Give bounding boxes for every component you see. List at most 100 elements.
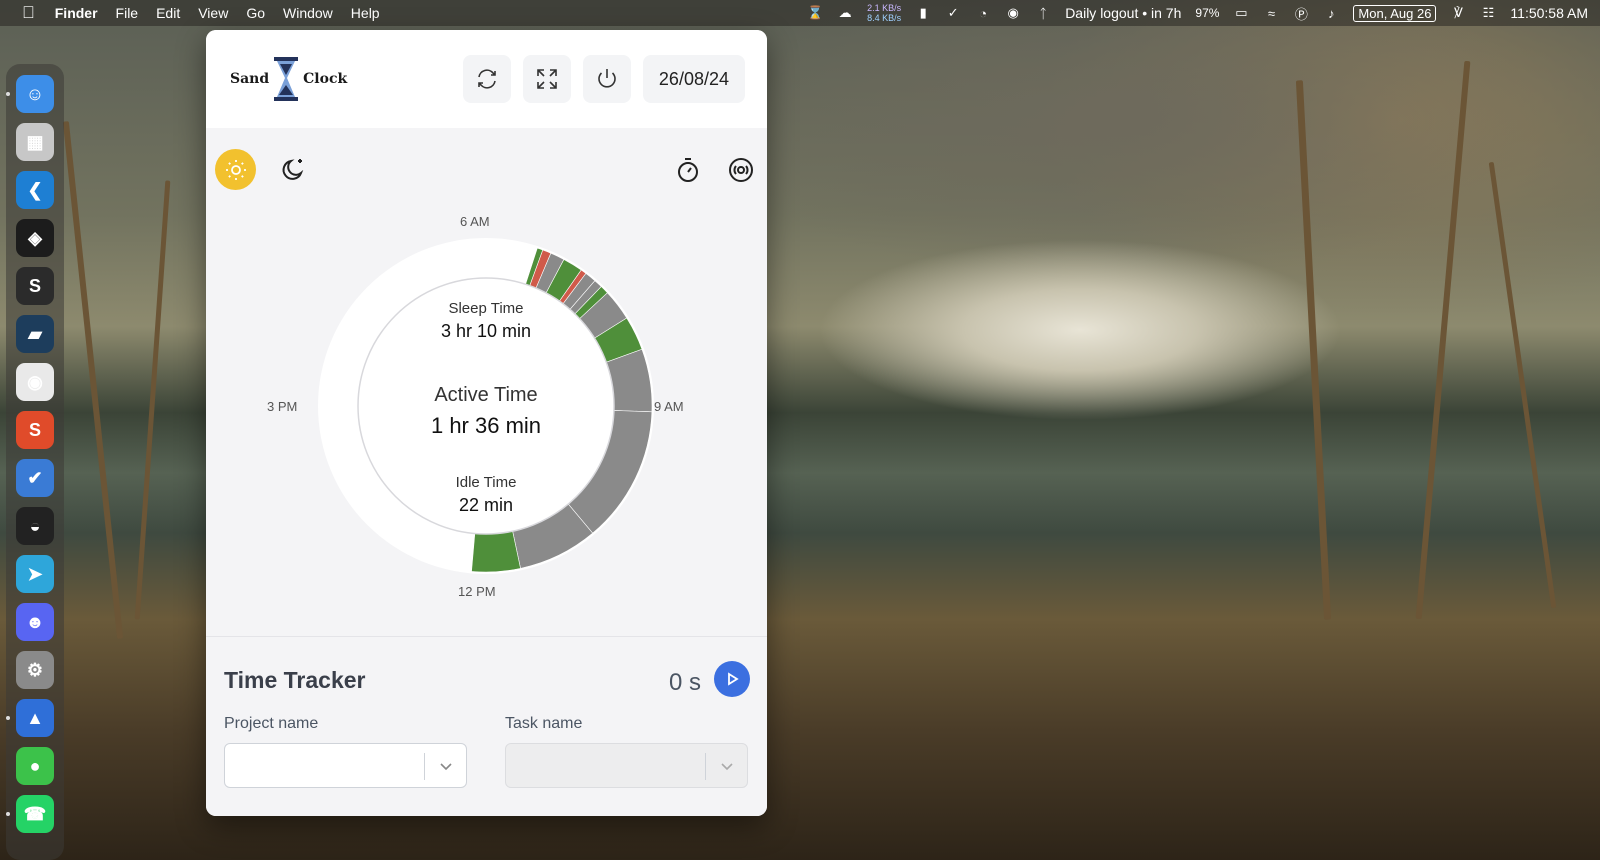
dock-app-finder[interactable]: ☺ — [6, 75, 54, 113]
whatsapp-icon: ☎ — [23, 803, 47, 824]
menubar-clock[interactable]: 11:50:58 AM — [1510, 5, 1588, 21]
task-select[interactable] — [505, 743, 748, 788]
gauge-icon[interactable]: ◔ — [975, 5, 991, 21]
sync-button[interactable] — [462, 55, 511, 103]
net-up-speed: 2.1 KB/s — [867, 3, 902, 13]
cloud-icon[interactable]: ☁ — [837, 5, 853, 21]
dock-app-settings[interactable]: ⚙ — [16, 651, 54, 689]
dock-app-tasks[interactable]: ✔ — [16, 459, 54, 497]
sleep-time-label: Sleep Time — [448, 300, 524, 317]
dock-app-cube-app[interactable]: ◈ — [16, 219, 54, 257]
skype-icon[interactable]: Ⓟ — [1293, 5, 1309, 22]
hour-label-12pm: 12 PM — [458, 584, 496, 599]
idle-time-stat: Idle Time 22 min — [366, 474, 606, 516]
tasks-icon: ✔ — [27, 467, 43, 488]
wallpaper-tree — [134, 180, 171, 620]
activity-segment[interactable] — [471, 530, 521, 573]
dock-app-discord[interactable]: ☻ — [16, 603, 54, 641]
battery-icon[interactable]: ▭ — [1233, 5, 1249, 21]
menu-app-name[interactable]: Finder — [55, 5, 98, 21]
dock-app-arrow-app[interactable]: ▲ — [6, 699, 54, 737]
dock-app-chrome[interactable]: ◉ — [16, 363, 54, 401]
finder-icon: ☺ — [25, 83, 45, 104]
hour-label-9am: 9 AM — [654, 399, 684, 414]
dock-app-linear[interactable]: ◒ — [16, 507, 54, 545]
menu-bar:  Finder File Edit View Go Window Help ⌛… — [0, 0, 1600, 26]
sandclock-logo: Sand Clock — [230, 55, 347, 103]
wifi-icon[interactable]: ≈ — [1263, 5, 1279, 21]
battery-percent: 97% — [1195, 6, 1220, 20]
dock-app-sublime[interactable]: S — [16, 267, 54, 305]
chrome-icon: ◉ — [27, 371, 43, 392]
s-app-icon: S — [28, 419, 41, 440]
hourglass-icon[interactable]: ⌛ — [807, 5, 823, 21]
sublime-icon: S — [28, 275, 41, 296]
linear-icon: ◒ — [29, 515, 41, 536]
idle-time-label: Idle Time — [455, 474, 517, 491]
cpu-meter-icon[interactable]: ▮ — [915, 5, 931, 21]
discord-icon: ☻ — [25, 611, 45, 632]
dock-app-telegram[interactable]: ➤ — [16, 555, 54, 593]
control-center-icon[interactable]: ☷ — [1480, 5, 1496, 21]
menu-go[interactable]: Go — [246, 5, 265, 21]
date-picker-button[interactable]: 26/08/24 — [642, 55, 745, 103]
menu-edit[interactable]: Edit — [156, 5, 180, 21]
sandclock-window: Sand Clock 26/08/24 6 AM 9 AM 12 PM 3 PM… — [206, 30, 767, 816]
dock-app-s-app[interactable]: S — [16, 411, 54, 449]
launchpad-icon: ▦ — [26, 131, 44, 152]
logo-text-right: Clock — [303, 71, 348, 87]
moon-icon[interactable] — [280, 156, 308, 184]
messages-icon: ● — [29, 755, 41, 776]
logout-status[interactable]: Daily logout • in 7h — [1065, 5, 1181, 21]
dock-app-window-app[interactable]: ▰ — [16, 315, 54, 353]
dock-app-messages[interactable]: ● — [16, 747, 54, 785]
sync-icon — [478, 69, 496, 89]
project-name-label: Project name — [224, 715, 319, 732]
bluetooth-icon[interactable]: ᛏ — [1035, 5, 1051, 21]
dock: ☺ ▦ ❮ ◈ S ▰ ◉ S ✔ ◒ ➤ ☻ ⚙ ▲ ● ☎ — [6, 64, 64, 860]
cookie-icon[interactable]: ◉ — [1005, 5, 1021, 21]
start-tracking-button[interactable] — [714, 661, 750, 697]
wallpaper-tree — [1415, 60, 1471, 620]
project-select[interactable] — [224, 743, 467, 788]
hour-label-3pm: 3 PM — [267, 399, 298, 414]
dock-app-vscode[interactable]: ❮ — [16, 171, 54, 209]
menu-file[interactable]: File — [116, 5, 139, 21]
day-view-button[interactable] — [215, 149, 256, 190]
logo-text-left: Sand — [230, 71, 270, 87]
volume-icon[interactable]: ♪ — [1323, 5, 1339, 21]
time-tracker-panel: Time Tracker 0 s Project name Task name — [206, 636, 767, 816]
hourglass-logo-icon — [274, 57, 299, 101]
power-icon — [598, 69, 616, 88]
expand-button[interactable] — [522, 55, 571, 103]
idle-time-value: 22 min — [458, 495, 514, 515]
apple-menu-icon[interactable]:  — [22, 3, 35, 23]
dock-app-launchpad[interactable]: ▦ — [16, 123, 54, 161]
chevron-down-icon[interactable] — [439, 759, 453, 773]
menu-view[interactable]: View — [198, 5, 228, 21]
select-separator — [424, 753, 425, 780]
menu-help[interactable]: Help — [351, 5, 380, 21]
hour-label-6am: 6 AM — [460, 214, 490, 229]
dock-app-whatsapp[interactable]: ☎ — [6, 795, 54, 833]
network-speed[interactable]: 2.1 KB/s 8.4 KB/s — [867, 3, 901, 23]
settings-icon: ⚙ — [26, 659, 44, 680]
wallpaper-tree — [1488, 161, 1557, 609]
chevron-down-icon[interactable] — [720, 759, 734, 773]
wallpaper-tree — [1295, 80, 1332, 620]
expand-icon — [537, 69, 557, 89]
telegram-icon: ➤ — [27, 563, 43, 584]
menubar-date[interactable]: Mon, Aug 26 — [1353, 4, 1437, 22]
check-circle-icon[interactable]: ✓ — [945, 5, 961, 21]
play-icon — [728, 672, 739, 686]
menu-window[interactable]: Window — [283, 5, 333, 21]
select-separator — [705, 753, 706, 780]
sleep-time-value: 3 hr 10 min — [440, 321, 532, 341]
window-app-icon: ▰ — [28, 323, 42, 344]
app-header: Sand Clock 26/08/24 — [206, 30, 767, 128]
power-button[interactable] — [582, 55, 631, 103]
task-name-label: Task name — [505, 715, 583, 732]
antenna-icon[interactable]: ℣ — [1450, 5, 1466, 21]
stopwatch-icon[interactable] — [674, 156, 702, 184]
focus-target-icon[interactable] — [727, 156, 755, 184]
